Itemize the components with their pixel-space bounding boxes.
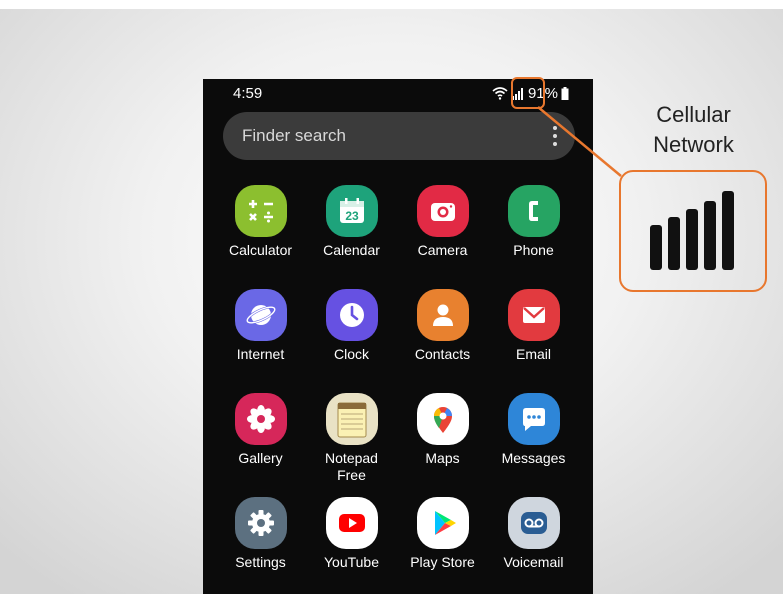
signal-bar-2 xyxy=(668,217,680,270)
cellular-network-label: Cellular Network xyxy=(620,100,767,160)
callout-line2: Network xyxy=(653,132,734,157)
signal-bar-3 xyxy=(686,209,698,270)
signal-bar-5 xyxy=(722,191,734,270)
signal-bars-callout xyxy=(619,170,767,292)
callout-connector xyxy=(537,106,622,177)
signal-bar-1 xyxy=(650,225,662,270)
callout-line1: Cellular xyxy=(656,102,731,127)
signal-bar-4 xyxy=(704,201,716,270)
